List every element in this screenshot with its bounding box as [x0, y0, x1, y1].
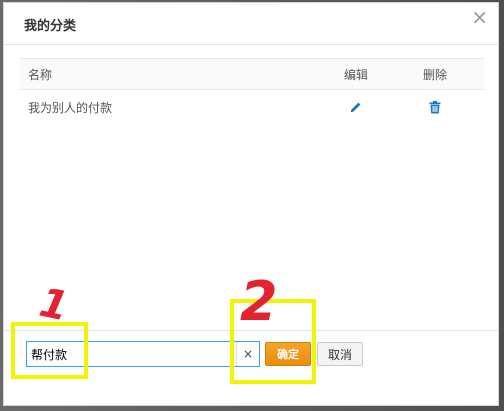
- column-header-name: 名称: [28, 67, 53, 82]
- annotation-number-2: 2: [240, 270, 278, 333]
- watermark-main: Bai 经验: [415, 367, 496, 388]
- dialog-title: 我的分类: [24, 19, 77, 34]
- pencil-icon[interactable]: [338, 90, 374, 124]
- table-header: 名称 编辑 删除: [20, 58, 484, 90]
- annotation-highlight-1: [11, 322, 88, 379]
- category-table: 名称 编辑 删除 我为别人的付款: [20, 58, 484, 124]
- watermark-sub: jingyan.baidu.com: [412, 389, 496, 399]
- cancel-button[interactable]: 取消: [317, 342, 363, 366]
- close-icon[interactable]: ×: [471, 7, 488, 27]
- column-header-delete: 删除: [422, 67, 447, 82]
- baidu-jingyan-watermark: Bai 经验 jingyan.baidu.com: [413, 363, 496, 399]
- dialog-header: 我的分类 ×: [4, 3, 498, 45]
- table-row: 我为别人的付款: [20, 90, 484, 124]
- column-header-edit: 编辑: [343, 67, 368, 82]
- category-name: 我为别人的付款: [28, 100, 113, 115]
- screenshot-stage: 我的分类 × 名称 编辑 删除 我为别人的付款 帮付款 × 确定 取消 1 2 …: [0, 0, 504, 411]
- trash-icon[interactable]: [415, 90, 455, 124]
